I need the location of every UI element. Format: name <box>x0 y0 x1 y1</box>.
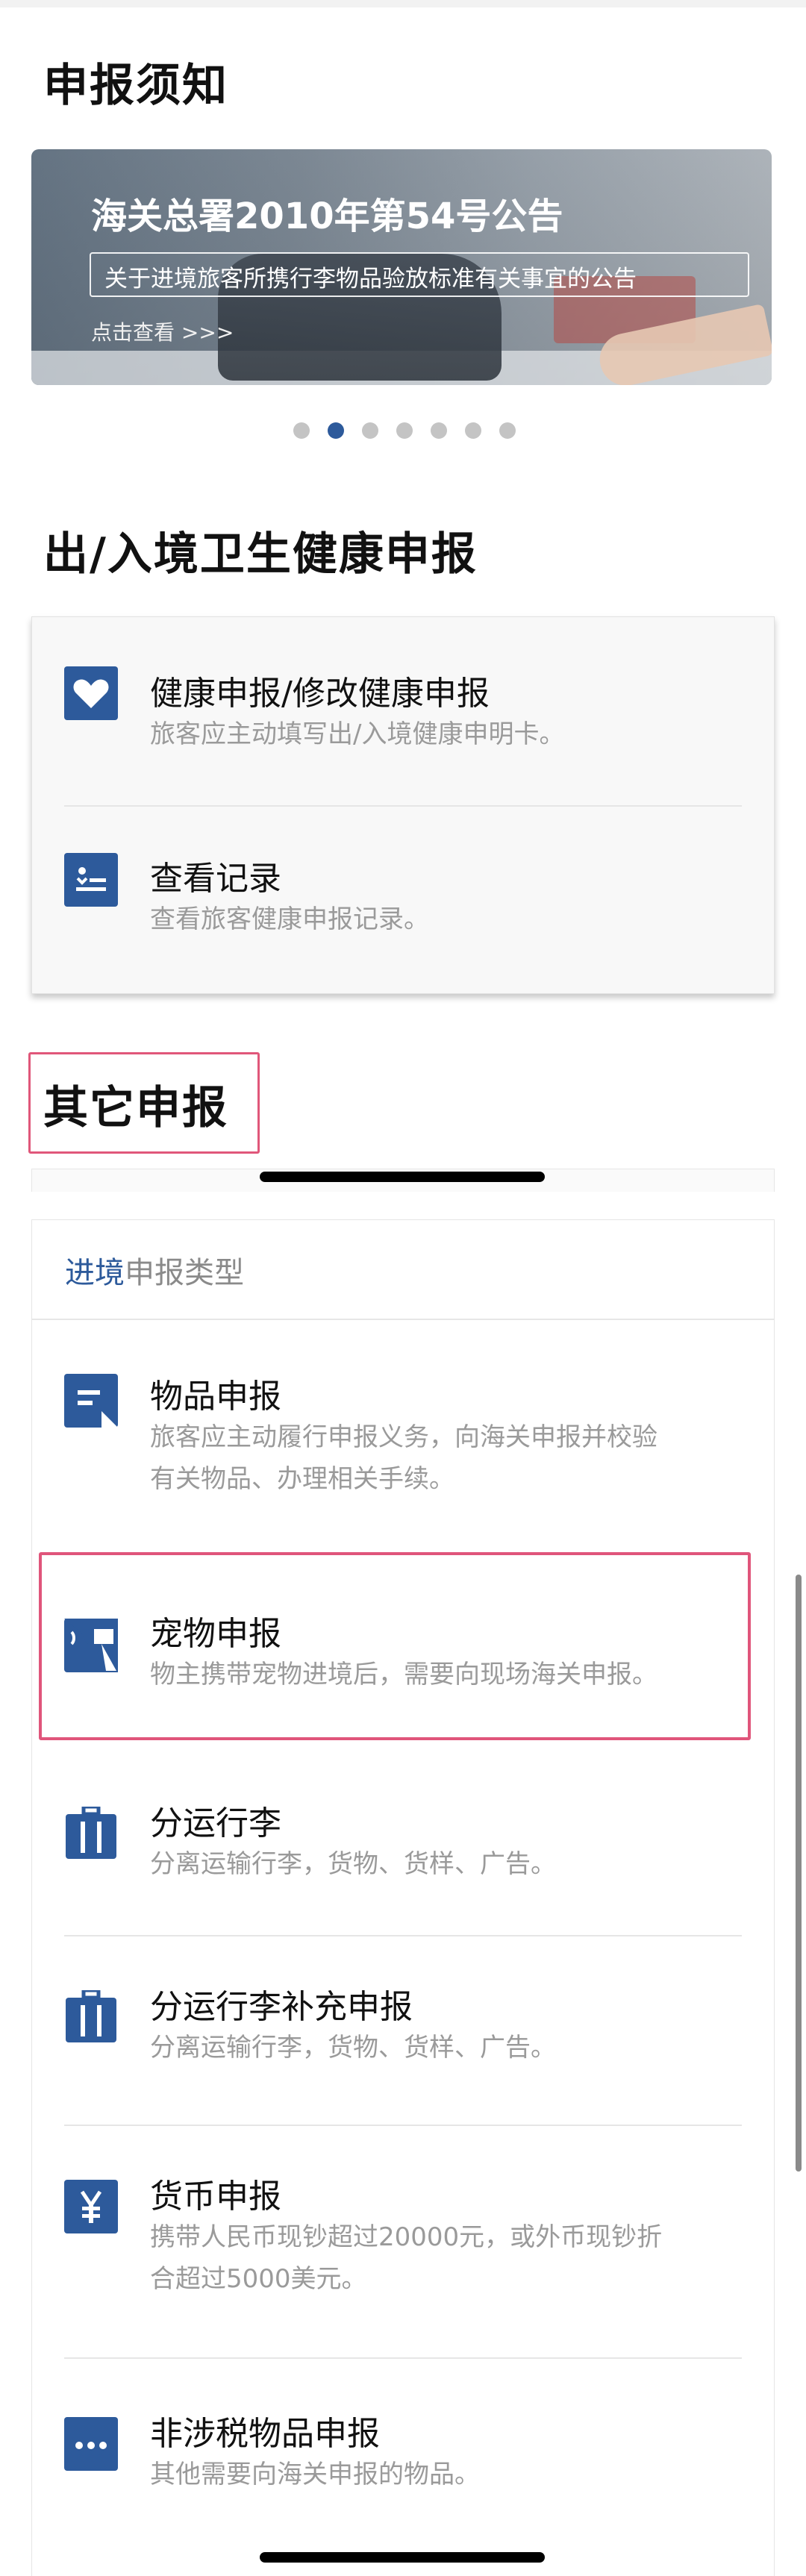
health-declare-item[interactable]: 健康申报/修改健康申报 旅客应主动填写出/入境健康申明卡。 <box>32 617 774 805</box>
luggage-icon <box>64 1990 118 2044</box>
separate-baggage-desc: 分离运输行李，货物、货样、广告。 <box>150 1849 556 1879</box>
other-section-title: 其它申报 <box>43 1082 228 1134</box>
notice-banner[interactable]: 海关总署2010年第54号公告 关于进境旅客所携行李物品验放标准有关事宜的公告 … <box>31 149 772 385</box>
non-tax-goods-item[interactable]: 非涉税物品申报 其他需要向海关申报的物品。 <box>32 2359 774 2553</box>
pet-declare-highlight <box>39 1552 751 1740</box>
separate-baggage-supplement-item[interactable]: 分运行李补充申报 分离运输行李，货物、货样、广告。 <box>32 1936 774 2126</box>
entry-type-prefix: 进境 <box>65 1256 125 1290</box>
separate-baggage-title: 分运行李 <box>150 1804 281 1842</box>
currency-declare-desc-line1: 携带人民币现钞超过20000元，或外币现钞折 <box>150 2222 663 2252</box>
separate-baggage-supplement-desc: 分离运输行李，货物、货样、广告。 <box>150 2033 556 2063</box>
separate-baggage-supplement-title: 分运行李补充申报 <box>150 1988 413 2026</box>
entry-type-label: 进境申报类型 <box>65 1248 244 1292</box>
currency-declare-desc-line2: 合超过5000美元。 <box>150 2264 367 2294</box>
carousel-dot[interactable] <box>499 422 516 439</box>
carousel-dot[interactable] <box>465 422 481 439</box>
record-list-icon <box>64 853 118 907</box>
banner-subline: 关于进境旅客所携行李物品验放标准有关事宜的公告 <box>104 266 637 293</box>
document-icon <box>64 1374 118 1428</box>
other-card: 进境申报类型 物品申报 旅客应主动履行申报义务，向海关申报并校验 有关物品、办理… <box>31 1219 775 2576</box>
carousel-dot[interactable] <box>362 422 378 439</box>
view-records-title: 查看记录 <box>150 860 281 898</box>
goods-declare-item[interactable]: 物品申报 旅客应主动履行申报义务，向海关申报并校验 有关物品、办理相关手续。 <box>32 1320 774 1566</box>
non-tax-goods-title: 非涉税物品申报 <box>150 2415 380 2453</box>
banner-headline: 海关总署2010年第54号公告 <box>91 196 563 237</box>
scrollbar[interactable] <box>796 1575 802 2172</box>
luggage-icon <box>64 1807 118 1860</box>
health-declare-title: 健康申报/修改健康申报 <box>150 675 490 713</box>
top-strip <box>0 0 806 7</box>
view-records-item[interactable]: 查看记录 查看旅客健康申报记录。 <box>32 807 774 993</box>
home-indicator <box>260 1172 545 1182</box>
more-icon <box>64 2417 118 2471</box>
carousel-dot[interactable] <box>431 422 447 439</box>
carousel-dots <box>293 422 516 439</box>
home-indicator-bottom <box>260 2552 545 2563</box>
health-section-title: 出/入境卫生健康申报 <box>43 528 478 581</box>
separate-baggage-item[interactable]: 分运行李 分离运输行李，货物、货样、广告。 <box>32 1753 774 1942</box>
goods-declare-desc-line2: 有关物品、办理相关手续。 <box>150 1464 454 1494</box>
banner-view-link[interactable]: 点击查看 >>> <box>91 316 234 346</box>
notice-section-title: 申报须知 <box>43 60 228 112</box>
currency-declare-item[interactable]: 货币申报 携带人民币现钞超过20000元，或外币现钞折 合超过5000美元。 <box>32 2126 774 2360</box>
goods-declare-desc-line1: 旅客应主动履行申报义务，向海关申报并校验 <box>150 1422 657 1452</box>
heart-icon <box>64 666 118 720</box>
health-card: 健康申报/修改健康申报 旅客应主动填写出/入境健康申明卡。 查看记录 查看旅客健… <box>31 616 775 994</box>
view-records-desc: 查看旅客健康申报记录。 <box>150 904 429 934</box>
carousel-dot[interactable] <box>293 422 310 439</box>
yen-icon <box>64 2180 118 2233</box>
currency-declare-title: 货币申报 <box>150 2178 281 2216</box>
entry-type-suffix: 申报类型 <box>125 1256 244 1290</box>
non-tax-goods-desc: 其他需要向海关申报的物品。 <box>150 2460 480 2489</box>
carousel-dot[interactable] <box>396 422 413 439</box>
health-declare-desc: 旅客应主动填写出/入境健康申明卡。 <box>150 719 565 749</box>
goods-declare-title: 物品申报 <box>150 1378 281 1416</box>
carousel-dot-active[interactable] <box>328 422 344 439</box>
